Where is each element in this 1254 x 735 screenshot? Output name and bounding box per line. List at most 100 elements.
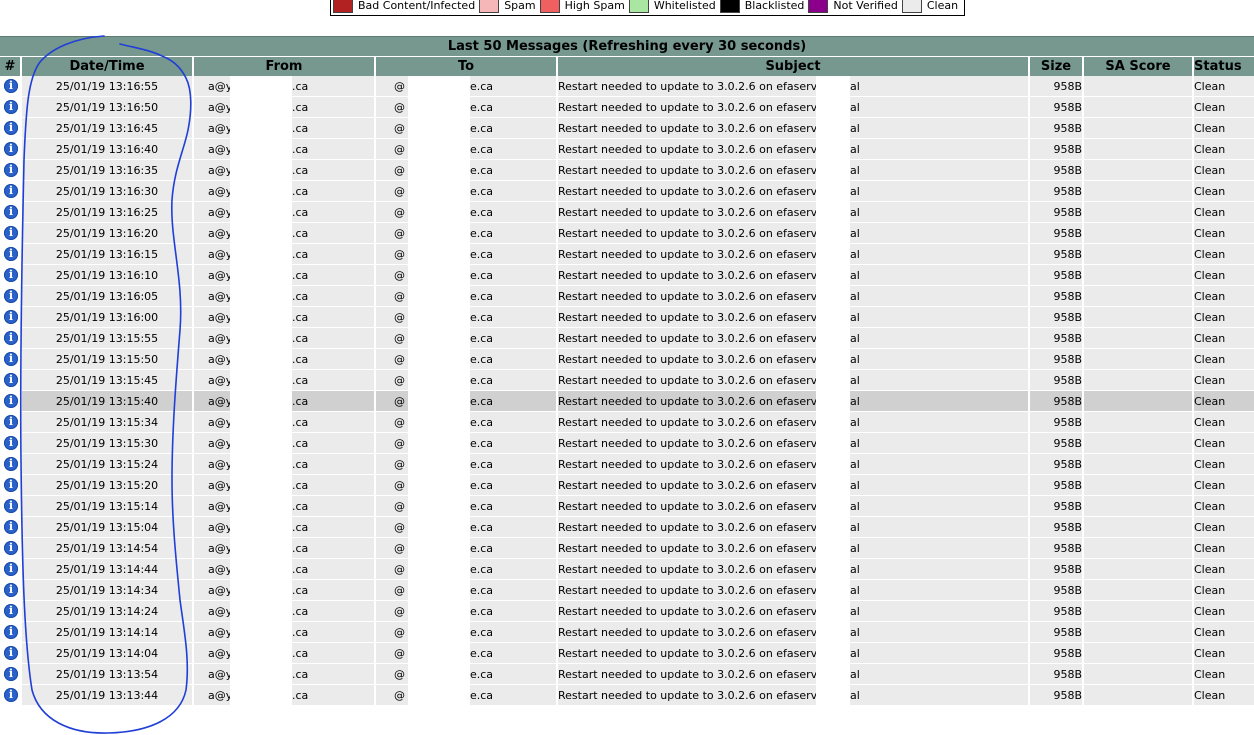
info-cell[interactable]: i [0,202,22,223]
table-row[interactable]: i 25/01/19 13:14:04 a@y .ca @ e.ca Restart nee… [0,643,1254,664]
info-cell[interactable]: i [0,475,22,496]
subject-cell[interactable]: Restart needed to update to 3.0.2.6 on e… [558,118,1030,139]
subject-cell[interactable]: Restart needed to update to 3.0.2.6 on e… [558,160,1030,181]
subject-cell[interactable]: Restart needed to update to 3.0.2.6 on e… [558,517,1030,538]
subject-cell[interactable]: Restart needed to update to 3.0.2.6 on e… [558,538,1030,559]
info-cell[interactable]: i [0,97,22,118]
table-row[interactable]: i 25/01/19 13:15:55 a@y .ca @ e.ca Restart nee… [0,328,1254,349]
table-row[interactable]: i 25/01/19 13:14:44 a@y .ca @ e.ca Restart nee… [0,559,1254,580]
table-row[interactable]: i 25/01/19 13:13:44 a@y .ca @ e.ca Restart nee… [0,685,1254,706]
table-row[interactable]: i 25/01/19 13:16:30 a@y .ca @ e.ca Restart nee… [0,181,1254,202]
table-row[interactable]: i 25/01/19 13:16:05 a@y .ca @ e.ca Restart nee… [0,286,1254,307]
info-cell[interactable]: i [0,412,22,433]
info-icon[interactable]: i [4,478,18,492]
info-icon[interactable]: i [4,457,18,471]
info-icon[interactable]: i [4,520,18,534]
info-cell[interactable]: i [0,370,22,391]
subject-cell[interactable]: Restart needed to update to 3.0.2.6 on e… [558,475,1030,496]
col-header-status[interactable]: Status [1194,56,1254,76]
table-row[interactable]: i 25/01/19 13:15:04 a@y .ca @ e.ca Restart nee… [0,517,1254,538]
subject-cell[interactable]: Restart needed to update to 3.0.2.6 on e… [558,244,1030,265]
table-row[interactable]: i 25/01/19 13:14:34 a@y .ca @ e.ca Restart nee… [0,580,1254,601]
table-row[interactable]: i 25/01/19 13:16:00 a@y .ca @ e.ca Restart nee… [0,307,1254,328]
subject-cell[interactable]: Restart needed to update to 3.0.2.6 on e… [558,97,1030,118]
col-header-num[interactable]: # [0,56,22,76]
subject-cell[interactable]: Restart needed to update to 3.0.2.6 on e… [558,328,1030,349]
info-cell[interactable]: i [0,622,22,643]
table-row[interactable]: i 25/01/19 13:15:40 a@y .ca @ e.ca Restart nee… [0,391,1254,412]
table-row[interactable]: i 25/01/19 13:16:35 a@y .ca @ e.ca Restart nee… [0,160,1254,181]
info-icon[interactable]: i [4,310,18,324]
info-cell[interactable]: i [0,643,22,664]
info-icon[interactable]: i [4,373,18,387]
info-icon[interactable]: i [4,436,18,450]
info-icon[interactable]: i [4,352,18,366]
subject-cell[interactable]: Restart needed to update to 3.0.2.6 on e… [558,454,1030,475]
info-icon[interactable]: i [4,331,18,345]
info-cell[interactable]: i [0,181,22,202]
info-icon[interactable]: i [4,268,18,282]
info-cell[interactable]: i [0,517,22,538]
table-row[interactable]: i 25/01/19 13:16:50 a@y .ca @ e.ca Restart nee… [0,97,1254,118]
subject-cell[interactable]: Restart needed to update to 3.0.2.6 on e… [558,559,1030,580]
col-header-datetime[interactable]: Date/Time [22,56,194,76]
table-row[interactable]: i 25/01/19 13:15:30 a@y .ca @ e.ca Restart nee… [0,433,1254,454]
table-row[interactable]: i 25/01/19 13:14:14 a@y .ca @ e.ca Restart nee… [0,622,1254,643]
col-header-size[interactable]: Size [1030,56,1084,76]
info-cell[interactable]: i [0,433,22,454]
table-row[interactable]: i 25/01/19 13:16:15 a@y .ca @ e.ca Restart nee… [0,244,1254,265]
info-cell[interactable]: i [0,349,22,370]
info-icon[interactable]: i [4,688,18,702]
col-header-subject[interactable]: Subject [558,56,1030,76]
subject-cell[interactable]: Restart needed to update to 3.0.2.6 on e… [558,622,1030,643]
info-icon[interactable]: i [4,562,18,576]
info-cell[interactable]: i [0,664,22,685]
table-row[interactable]: i 25/01/19 13:15:45 a@y .ca @ e.ca Restart nee… [0,370,1254,391]
table-row[interactable]: i 25/01/19 13:15:14 a@y .ca @ e.ca Restart nee… [0,496,1254,517]
info-icon[interactable]: i [4,247,18,261]
info-cell[interactable]: i [0,328,22,349]
subject-cell[interactable]: Restart needed to update to 3.0.2.6 on e… [558,76,1030,97]
info-cell[interactable]: i [0,559,22,580]
info-cell[interactable]: i [0,601,22,622]
info-cell[interactable]: i [0,244,22,265]
table-row[interactable]: i 25/01/19 13:15:34 a@y .ca @ e.ca Restart nee… [0,412,1254,433]
table-row[interactable]: i 25/01/19 13:16:25 a@y .ca @ e.ca Restart nee… [0,202,1254,223]
table-row[interactable]: i 25/01/19 13:16:10 a@y .ca @ e.ca Restart nee… [0,265,1254,286]
table-row[interactable]: i 25/01/19 13:16:55 a@y .ca @ e.ca Restart nee… [0,76,1254,97]
subject-cell[interactable]: Restart needed to update to 3.0.2.6 on e… [558,580,1030,601]
table-row[interactable]: i 25/01/19 13:15:20 a@y .ca @ e.ca Restart nee… [0,475,1254,496]
info-cell[interactable]: i [0,538,22,559]
info-icon[interactable]: i [4,121,18,135]
subject-cell[interactable]: Restart needed to update to 3.0.2.6 on e… [558,643,1030,664]
subject-cell[interactable]: Restart needed to update to 3.0.2.6 on e… [558,265,1030,286]
subject-cell[interactable]: Restart needed to update to 3.0.2.6 on e… [558,496,1030,517]
info-icon[interactable]: i [4,184,18,198]
info-icon[interactable]: i [4,289,18,303]
info-icon[interactable]: i [4,79,18,93]
table-row[interactable]: i 25/01/19 13:16:20 a@y .ca @ e.ca Restart nee… [0,223,1254,244]
subject-cell[interactable]: Restart needed to update to 3.0.2.6 on e… [558,349,1030,370]
info-cell[interactable]: i [0,454,22,475]
info-icon[interactable]: i [4,499,18,513]
table-row[interactable]: i 25/01/19 13:13:54 a@y .ca @ e.ca Restart nee… [0,664,1254,685]
subject-cell[interactable]: Restart needed to update to 3.0.2.6 on e… [558,391,1030,412]
info-cell[interactable]: i [0,223,22,244]
info-icon[interactable]: i [4,583,18,597]
info-cell[interactable]: i [0,139,22,160]
subject-cell[interactable]: Restart needed to update to 3.0.2.6 on e… [558,685,1030,706]
info-cell[interactable]: i [0,391,22,412]
table-row[interactable]: i 25/01/19 13:15:24 a@y .ca @ e.ca Restart nee… [0,454,1254,475]
table-row[interactable]: i 25/01/19 13:16:45 a@y .ca @ e.ca Restart nee… [0,118,1254,139]
subject-cell[interactable]: Restart needed to update to 3.0.2.6 on e… [558,433,1030,454]
info-icon[interactable]: i [4,646,18,660]
info-icon[interactable]: i [4,415,18,429]
info-cell[interactable]: i [0,118,22,139]
subject-cell[interactable]: Restart needed to update to 3.0.2.6 on e… [558,412,1030,433]
col-header-sa-score[interactable]: SA Score [1084,56,1194,76]
subject-cell[interactable]: Restart needed to update to 3.0.2.6 on e… [558,139,1030,160]
info-icon[interactable]: i [4,541,18,555]
info-icon[interactable]: i [4,604,18,618]
subject-cell[interactable]: Restart needed to update to 3.0.2.6 on e… [558,181,1030,202]
info-cell[interactable]: i [0,496,22,517]
